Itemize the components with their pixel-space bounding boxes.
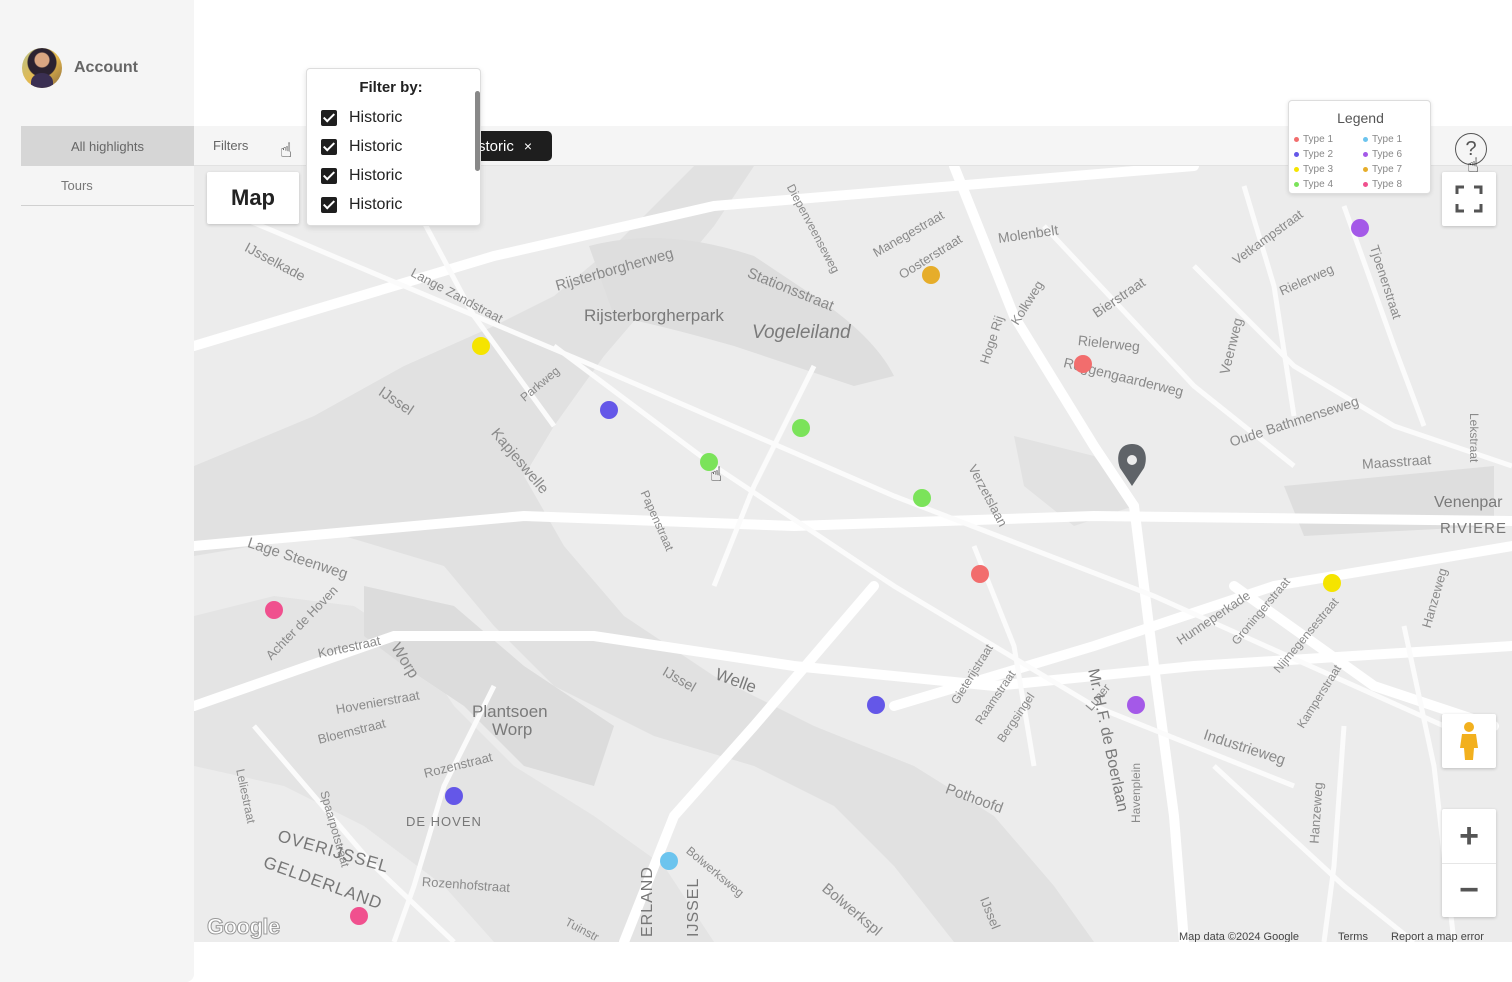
account-label[interactable]: Account	[74, 59, 138, 77]
legend-swatch	[1294, 137, 1299, 142]
dropdown-scrollbar[interactable]	[475, 91, 480, 171]
legend-entry: Type 7	[1363, 164, 1402, 175]
map-marker[interactable]	[1127, 696, 1145, 714]
filter-option[interactable]: Historic	[321, 138, 402, 156]
map-marker[interactable]	[1074, 355, 1092, 373]
street-label: ERLAND	[639, 866, 656, 937]
account-menu[interactable]: Account	[22, 48, 138, 88]
filter-option-label: Historic	[349, 167, 403, 184]
legend-swatch	[1363, 167, 1368, 172]
map-marker[interactable]	[867, 696, 885, 714]
filter-option-label: Historic	[349, 138, 403, 155]
street-label: Havenplein	[1129, 762, 1143, 823]
chip-label: storic	[478, 137, 514, 155]
map-marker[interactable]	[265, 601, 283, 619]
terms-link[interactable]: Terms	[1338, 931, 1368, 942]
legend-entry: Type 4	[1294, 179, 1333, 190]
zoom-out-button[interactable]: −	[1442, 863, 1496, 917]
legend-entry: Type 6	[1363, 149, 1402, 160]
checkbox-checked-icon[interactable]	[321, 110, 337, 126]
sidebar: Account All highlights Tours	[0, 0, 194, 982]
legend-swatch	[1363, 137, 1368, 142]
map-marker[interactable]	[1323, 574, 1341, 592]
map-marker[interactable]	[913, 489, 931, 507]
legend-swatch	[1294, 152, 1299, 157]
legend-swatch	[1294, 167, 1299, 172]
filter-dropdown-title: Filter by:	[359, 79, 423, 96]
legend-entry: Type 1	[1294, 134, 1333, 145]
filter-option-label: Historic	[349, 109, 403, 126]
map-type-button[interactable]: Map	[207, 172, 299, 224]
filter-dropdown: Filter by: Historic Historic Historic Hi…	[306, 68, 481, 226]
zoom-control: + −	[1442, 809, 1496, 917]
street-label: Rijsterborgherpark	[584, 306, 724, 325]
map-marker[interactable]	[350, 907, 368, 925]
legend-entry: Type 3	[1294, 164, 1333, 175]
map-marker[interactable]	[792, 419, 810, 437]
map-marker[interactable]	[922, 266, 940, 284]
zoom-in-button[interactable]: +	[1442, 809, 1496, 863]
filter-option[interactable]: Historic	[321, 167, 402, 185]
filters-button[interactable]: Filters	[213, 138, 248, 153]
legend-panel: Legend Type 1 Type 2 Type 3 Type 4 Type …	[1288, 100, 1431, 194]
street-label: Venenpar	[1434, 494, 1503, 511]
chip-close-icon[interactable]: ×	[524, 138, 532, 154]
legend-entry: Type 1	[1363, 134, 1402, 145]
street-label: Lekstraat	[1467, 413, 1481, 463]
fullscreen-icon	[1455, 185, 1483, 213]
street-label: Plantsoen	[472, 702, 548, 721]
map-marker[interactable]	[1351, 219, 1369, 237]
sidebar-item-all-highlights[interactable]: All highlights	[21, 126, 194, 166]
map-marker[interactable]	[472, 337, 490, 355]
map-attribution: Map data ©2024 Google	[1179, 931, 1300, 942]
legend-swatch	[1363, 182, 1368, 187]
checkbox-checked-icon[interactable]	[321, 139, 337, 155]
google-logo: Google	[207, 914, 281, 940]
legend-entry: Type 2	[1294, 149, 1333, 160]
legend-title: Legend	[1337, 110, 1384, 126]
street-label: DE HOVEN	[406, 814, 482, 829]
checkbox-checked-icon[interactable]	[321, 168, 337, 184]
legend-entry: Type 8	[1363, 179, 1402, 190]
map-marker[interactable]	[660, 852, 678, 870]
filter-option[interactable]: Historic	[321, 196, 402, 214]
map-canvas[interactable]: IJsselkade Lange Zandstraat Rijsterborgh…	[194, 166, 1512, 942]
hand-cursor-icon: ☝	[280, 140, 293, 162]
street-label: Worp	[492, 720, 533, 739]
sidebar-item-tours[interactable]: Tours	[21, 166, 194, 206]
street-label: RIVIERE	[1440, 520, 1508, 537]
filter-option[interactable]: Historic	[321, 109, 402, 127]
legend-swatch	[1294, 182, 1299, 187]
hand-cursor-icon: ☝	[1467, 155, 1480, 177]
pegman-icon	[1460, 722, 1478, 760]
hand-cursor-icon: ☝	[710, 464, 723, 486]
street-view-button[interactable]	[1442, 714, 1496, 768]
report-error-link[interactable]: Report a map error	[1391, 931, 1484, 942]
map-marker[interactable]	[445, 787, 463, 805]
map-marker[interactable]	[971, 565, 989, 583]
legend-swatch	[1363, 152, 1368, 157]
filter-option-label: Historic	[349, 196, 403, 213]
map-marker[interactable]	[600, 401, 618, 419]
street-label: IJSSEL	[685, 877, 702, 937]
checkbox-checked-icon[interactable]	[321, 197, 337, 213]
fullscreen-button[interactable]	[1442, 172, 1496, 226]
street-label: Vogeleiland	[752, 322, 851, 343]
avatar[interactable]	[22, 48, 62, 88]
